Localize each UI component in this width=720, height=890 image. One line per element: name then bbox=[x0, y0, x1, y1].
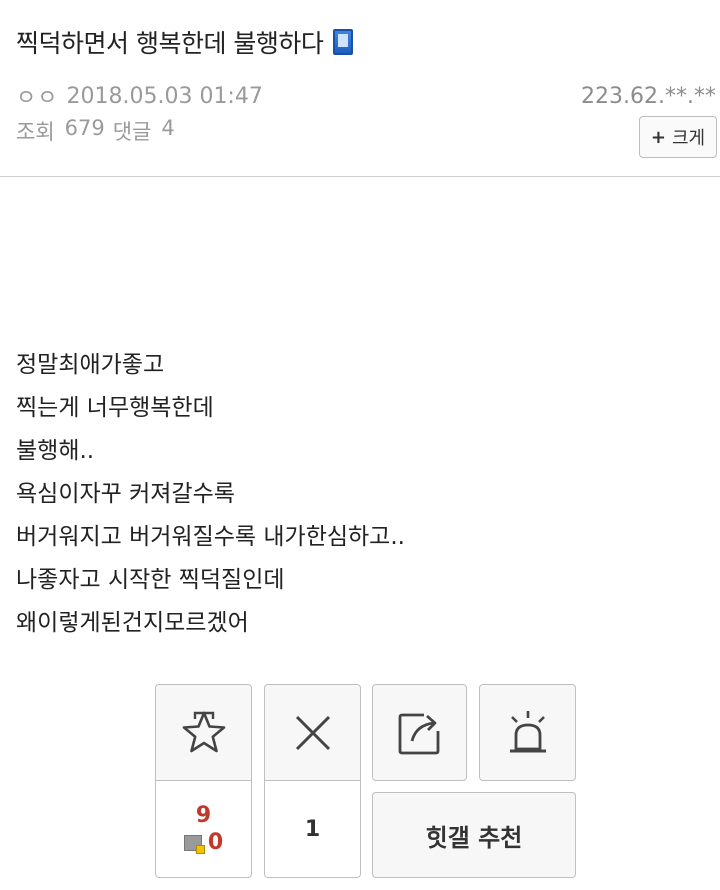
comments-count: 4 bbox=[161, 116, 175, 140]
nope-button[interactable] bbox=[264, 684, 361, 781]
comments-label: 댓글 bbox=[112, 120, 152, 144]
scrap-button[interactable] bbox=[155, 684, 252, 781]
body-line: 왜이렇게된건지모르겠어 bbox=[16, 610, 249, 636]
post-page: 찍덕하면서 행복한데 불행하다 ㅇㅇ 2018.05.03 01:47 223.… bbox=[0, 0, 720, 890]
post-title: 찍덕하면서 행복한데 불행하다 bbox=[16, 29, 324, 58]
report-button[interactable] bbox=[479, 684, 576, 781]
fix-count: 0 bbox=[207, 830, 224, 855]
plus-icon: + bbox=[650, 126, 666, 148]
hit-gallery-recommend-button[interactable]: 힛갤 추천 bbox=[372, 792, 576, 878]
views-label: 조회 bbox=[16, 120, 55, 144]
siren-icon bbox=[509, 710, 546, 752]
views-count: 679 bbox=[64, 116, 105, 140]
share-button[interactable] bbox=[372, 684, 467, 781]
author-name[interactable]: ㅇㅇ bbox=[16, 80, 58, 112]
recommend-label: 힛갤 추천 bbox=[425, 823, 523, 852]
star-icon bbox=[182, 711, 225, 752]
share-icon bbox=[398, 713, 439, 754]
scrap-count-box: 9 0 bbox=[155, 781, 252, 878]
enlarge-button[interactable]: + 크게 bbox=[639, 116, 717, 158]
x-icon bbox=[295, 715, 330, 750]
scrap-count: 9 bbox=[195, 803, 212, 828]
header-divider bbox=[0, 176, 720, 177]
mobile-icon bbox=[333, 29, 354, 55]
body-line: 불행해.. bbox=[16, 438, 95, 464]
author-ip: 223.62.**.** bbox=[581, 83, 716, 109]
body-line: 찍는게 너무행복한데 bbox=[16, 395, 214, 421]
nope-count-box: 1 bbox=[264, 781, 361, 878]
post-body: 정말최애가좋고 찍는게 너무행복한데 불행해.. 욕심이자꾸 커져갈수록 버거워… bbox=[16, 344, 405, 645]
body-line: 버거워지고 버거워질수록 내가한심하고.. bbox=[16, 524, 405, 550]
title-row: 찍덕하면서 행복한데 불행하다 bbox=[16, 24, 704, 60]
body-line: 정말최애가좋고 bbox=[16, 352, 165, 378]
body-line: 나좋자고 시작한 찍덕질인데 bbox=[16, 567, 285, 593]
enlarge-label: 크게 bbox=[671, 128, 706, 149]
fix-icon bbox=[183, 834, 205, 854]
stats-row: 조회 679 댓글 4 bbox=[16, 116, 175, 146]
nope-count: 1 bbox=[304, 816, 321, 842]
meta-row: ㅇㅇ 2018.05.03 01:47 223.62.**.** bbox=[16, 80, 716, 112]
body-line: 욕심이자꾸 커져갈수록 bbox=[16, 481, 235, 507]
post-datetime: 2018.05.03 01:47 bbox=[66, 83, 263, 109]
